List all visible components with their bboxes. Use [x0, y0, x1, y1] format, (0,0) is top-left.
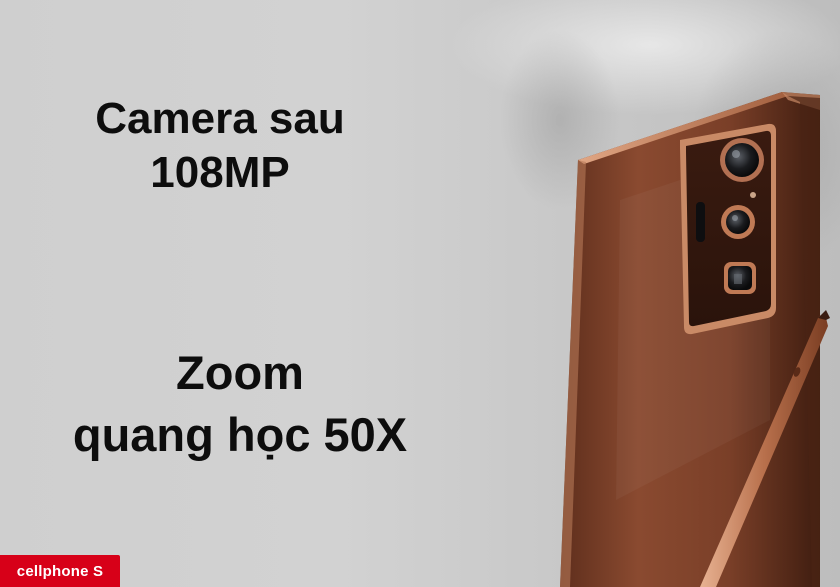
camera-headline-line1: Camera sau	[95, 94, 345, 143]
camera-headline-line2: 108MP	[150, 148, 290, 197]
camera-module	[680, 123, 776, 335]
zoom-headline-line2: quang học 50X	[72, 408, 408, 461]
brand-logo: cellphone S	[0, 555, 120, 587]
promo-banner: Camera sau 108MP Zoom quang học 50X cell…	[0, 0, 840, 587]
brand-logo-text: cellphone S	[16, 562, 104, 580]
phone-illustration	[560, 92, 830, 587]
zoom-headline: Zoom quang học 50X	[40, 342, 440, 466]
camera-headline: Camera sau 108MP	[60, 92, 380, 200]
zoom-headline-line1: Zoom	[176, 346, 304, 399]
